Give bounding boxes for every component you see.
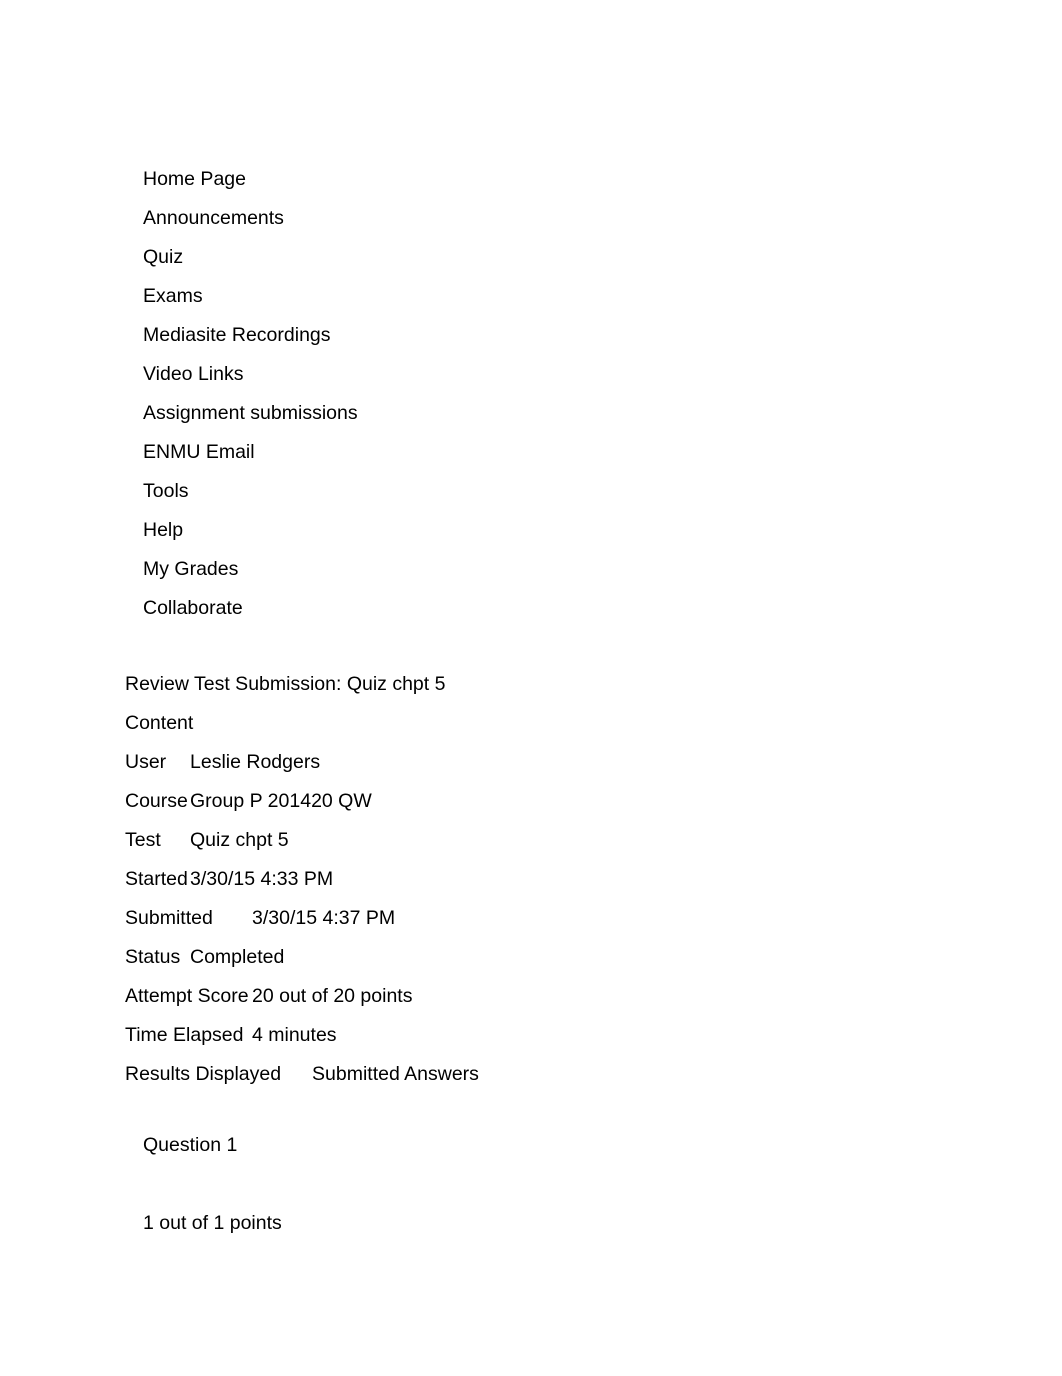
- meta-value-time-elapsed: 4 minutes: [252, 1024, 337, 1046]
- meta-row-results-displayed: Results Displayed Submitted Answers: [125, 1055, 985, 1094]
- page-title: Review Test Submission: Quiz chpt 5: [125, 673, 446, 695]
- menu-item-exams[interactable]: Exams: [143, 277, 843, 316]
- menu-item-tools[interactable]: Tools: [143, 472, 843, 511]
- meta-label-time-elapsed: Time Elapsed: [125, 1024, 244, 1046]
- menu-item-quiz[interactable]: Quiz: [143, 238, 843, 277]
- menu-item-announcements[interactable]: Announcements: [143, 199, 843, 238]
- meta-row-time-elapsed: Time Elapsed 4 minutes: [125, 1016, 985, 1055]
- meta-value-attempt-score: 20 out of 20 points: [252, 985, 413, 1007]
- meta-label-started: Started: [125, 868, 188, 890]
- meta-value-user: Leslie Rodgers: [190, 751, 321, 773]
- content-heading: Content: [125, 712, 194, 734]
- meta-value-test: Quiz chpt 5: [190, 829, 289, 851]
- menu-item-video-links[interactable]: Video Links: [143, 355, 843, 394]
- menu-item-mediasite-recordings[interactable]: Mediasite Recordings: [143, 316, 843, 355]
- menu-item-assignment-submissions[interactable]: Assignment submissions: [143, 394, 843, 433]
- menu-item-my-grades[interactable]: My Grades: [143, 550, 843, 589]
- menu-item-home-page[interactable]: Home Page: [143, 160, 843, 199]
- status-badge: Completed: [190, 946, 285, 968]
- menu-item-help[interactable]: Help: [143, 511, 843, 550]
- meta-value-course: Group P 201420 QW: [190, 790, 372, 812]
- meta-label-submitted: Submitted: [125, 907, 213, 929]
- question-block: Question 1 1 out of 1 points: [143, 1126, 843, 1243]
- meta-row-user: User Leslie Rodgers: [125, 743, 985, 782]
- document-page: Home Page Announcements Quiz Exams Media…: [0, 0, 1062, 1376]
- meta-value-results-displayed: Submitted Answers: [312, 1063, 479, 1085]
- meta-label-attempt-score: Attempt Score: [125, 985, 249, 1007]
- meta-label-results-displayed: Results Displayed: [125, 1063, 282, 1085]
- meta-row-status: Status Completed: [125, 938, 985, 977]
- test-submission-review: Review Test Submission: Quiz chpt 5 Cont…: [125, 665, 985, 1094]
- meta-row-attempt-score: Attempt Score 20 out of 20 points: [125, 977, 985, 1016]
- menu-item-enmu-email[interactable]: ENMU Email: [143, 433, 843, 472]
- course-menu: Home Page Announcements Quiz Exams Media…: [143, 160, 843, 628]
- meta-row-test: Test Quiz chpt 5: [125, 821, 985, 860]
- question-points: 1 out of 1 points: [143, 1212, 282, 1234]
- meta-value-submitted: 3/30/15 4:37 PM: [252, 907, 396, 929]
- meta-label-course: Course: [125, 790, 188, 812]
- menu-item-collaborate[interactable]: Collaborate: [143, 589, 843, 628]
- question-title: Question 1: [143, 1134, 238, 1156]
- meta-row-started: Started 3/30/15 4:33 PM: [125, 860, 985, 899]
- question-spacer: [143, 1165, 843, 1204]
- meta-label-test: Test: [125, 829, 161, 851]
- meta-value-started: 3/30/15 4:33 PM: [190, 868, 334, 890]
- meta-row-course: Course Group P 201420 QW: [125, 782, 985, 821]
- meta-label-user: User: [125, 751, 167, 773]
- meta-label-status: Status: [125, 946, 181, 968]
- meta-row-submitted: Submitted 3/30/15 4:37 PM: [125, 899, 985, 938]
